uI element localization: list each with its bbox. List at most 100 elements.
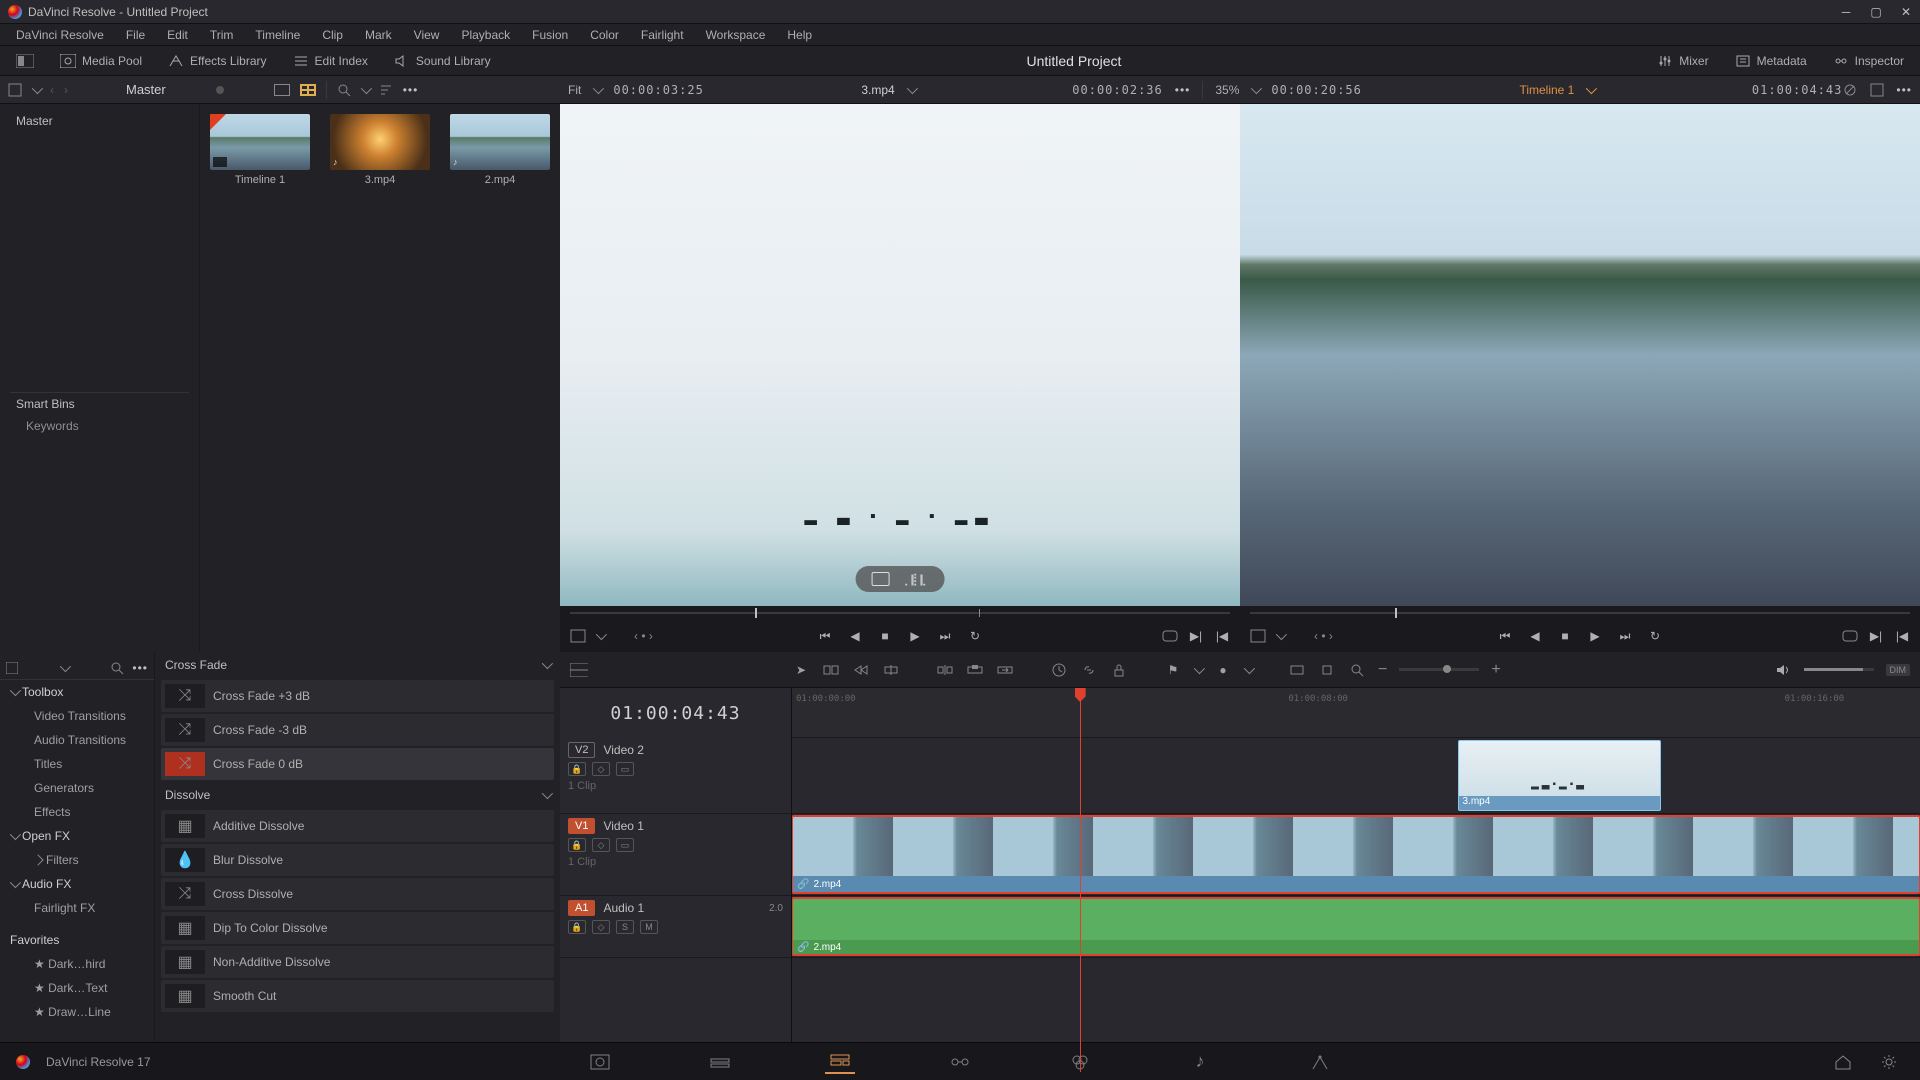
fx-audio-transitions[interactable]: Audio Transitions [0, 728, 154, 752]
media-pool-button[interactable]: Media Pool [52, 50, 150, 72]
sound-library-button[interactable]: Sound Library [386, 50, 499, 72]
in-out-icon[interactable] [1162, 630, 1178, 642]
program-viewer-canvas[interactable] [1240, 104, 1920, 606]
next-frame-button[interactable]: ⏭ [1617, 628, 1633, 644]
lock-icon[interactable] [1110, 662, 1128, 678]
fx-cat-crossfade[interactable]: Cross Fade [155, 652, 560, 678]
bin-list-icon[interactable] [8, 83, 22, 97]
clip-thumb-3mp4[interactable]: ♪ 3.mp4 [330, 114, 430, 186]
program-more-icon[interactable]: ••• [1896, 83, 1912, 97]
go-out-button[interactable]: |◀ [1214, 628, 1230, 644]
lock-icon[interactable]: 🔒 [568, 838, 586, 852]
source-viewer-canvas[interactable]: ▂ ▃ ▪ ▂ ▪ ▂▃ ⡀||⡇||⡀ [560, 104, 1240, 606]
timeline-ruler[interactable]: 01:00:00:00 01:00:08:00 01:00:16:00 [792, 688, 1920, 738]
fx-titles[interactable]: Titles [0, 752, 154, 776]
menu-workspace[interactable]: Workspace [696, 26, 776, 44]
zoom-in-button[interactable]: + [1491, 661, 1500, 679]
layout-preset-button[interactable] [8, 50, 42, 72]
clip-v1-2mp4[interactable]: 🔗2.mp4 [792, 816, 1920, 893]
play-button[interactable]: ▶ [1587, 628, 1603, 644]
fx-toolbox[interactable]: Toolbox [0, 680, 154, 704]
first-frame-button[interactable]: ⏮ [817, 628, 833, 644]
fx-crossfade-plus3[interactable]: ⤨Cross Fade +3 dB [161, 680, 554, 712]
fx-fairlightfx[interactable]: Fairlight FX [0, 896, 154, 920]
overwrite-clip-icon[interactable] [966, 662, 984, 678]
track-header-v2[interactable]: V2Video 2 🔒◇▭ 1 Clip [560, 738, 791, 814]
track-badge[interactable]: V2 [568, 742, 595, 758]
menu-view[interactable]: View [404, 26, 450, 44]
stop-button[interactable]: ■ [1557, 628, 1573, 644]
clip-a1-2mp4[interactable]: 🔗2.mp4 [792, 898, 1920, 955]
fairlight-page-button[interactable]: ♪ [1185, 1050, 1215, 1074]
cut-page-button[interactable] [705, 1050, 735, 1074]
loop-button[interactable]: ↻ [1647, 628, 1663, 644]
bin-icon[interactable] [6, 662, 18, 674]
clip-thumb-2mp4[interactable]: ♪ 2.mp4 [450, 114, 550, 186]
zoom-slider[interactable] [1399, 668, 1479, 671]
zoom-full-icon[interactable] [1288, 662, 1306, 678]
mixer-button[interactable]: Mixer [1649, 50, 1716, 72]
inspector-button[interactable]: Inspector [1825, 50, 1912, 72]
search-icon[interactable] [110, 661, 124, 675]
smart-bins-header[interactable]: Smart Bins [10, 392, 189, 415]
video-only-icon[interactable] [872, 572, 890, 586]
edit-page-button[interactable] [825, 1050, 855, 1074]
fx-fav-2[interactable]: ★ Draw…Line [0, 1000, 154, 1024]
chevron-down-icon[interactable] [1244, 662, 1255, 673]
chevron-down-icon[interactable] [32, 82, 43, 93]
track-lane-v2[interactable]: ▂▃▪▂▪▃ 3.mp4 [792, 738, 1920, 814]
sort-icon[interactable] [379, 83, 393, 97]
solo-button[interactable]: S [616, 920, 634, 934]
fx-cross-dissolve[interactable]: ⤨Cross Dissolve [161, 878, 554, 910]
menu-trim[interactable]: Trim [200, 26, 244, 44]
track-header-v1[interactable]: V1Video 1 🔒◇▭ 1 Clip [560, 814, 791, 896]
track-header-a1[interactable]: A1Audio 12.0 🔒◇SM [560, 896, 791, 958]
stop-button[interactable]: ■ [877, 628, 893, 644]
lock-icon[interactable]: 🔒 [568, 920, 586, 934]
menu-edit[interactable]: Edit [157, 26, 198, 44]
chevron-down-icon[interactable] [1586, 82, 1597, 93]
menu-clip[interactable]: Clip [312, 26, 353, 44]
chevron-down-icon[interactable] [60, 660, 71, 671]
playhead[interactable] [1080, 688, 1081, 1072]
fx-audiofx[interactable]: Audio FX [0, 872, 154, 896]
source-more-icon[interactable]: ••• [1175, 83, 1191, 97]
fx-dip-color-dissolve[interactable]: ▦Dip To Color Dissolve [161, 912, 554, 944]
fx-openfx[interactable]: Open FX [0, 824, 154, 848]
fx-effects[interactable]: Effects [0, 800, 154, 824]
auto-select-icon[interactable]: ◇ [592, 920, 610, 934]
zoom-out-button[interactable]: − [1378, 661, 1387, 679]
chevron-down-icon[interactable] [593, 82, 604, 93]
clip-thumb-timeline1[interactable]: Timeline 1 [210, 114, 310, 186]
chevron-down-icon[interactable] [906, 82, 917, 93]
fx-fav-0[interactable]: ★ Dark…hird [0, 952, 154, 976]
program-zoom-dropdown[interactable]: 35% [1215, 83, 1239, 97]
menu-davinci[interactable]: DaVinci Resolve [6, 26, 114, 44]
effects-library-button[interactable]: Effects Library [160, 50, 274, 72]
insert-clip-icon[interactable] [936, 662, 954, 678]
dynamic-trim-icon[interactable] [852, 662, 870, 678]
prev-frame-button[interactable]: ◀ [1527, 628, 1543, 644]
deliver-page-button[interactable] [1305, 1050, 1335, 1074]
fx-favorites[interactable]: Favorites [0, 928, 154, 952]
fx-smooth-cut[interactable]: ▦Smooth Cut [161, 980, 554, 1012]
metadata-button[interactable]: Metadata [1727, 50, 1815, 72]
chevron-down-icon[interactable] [1251, 82, 1262, 93]
menu-help[interactable]: Help [777, 26, 822, 44]
timeline-view-options-icon[interactable] [570, 662, 588, 678]
dim-button[interactable]: DIM [1886, 664, 1911, 676]
menu-file[interactable]: File [116, 26, 155, 44]
trim-tool-icon[interactable] [822, 662, 840, 678]
in-out-icon[interactable] [1842, 630, 1858, 642]
list-view-button[interactable] [274, 84, 290, 96]
loop-button[interactable]: ↻ [967, 628, 983, 644]
single-viewer-icon[interactable] [1870, 83, 1884, 97]
project-settings-button[interactable] [1874, 1050, 1904, 1074]
viewer-mode-icon[interactable] [1250, 629, 1266, 643]
prev-frame-button[interactable]: ◀ [847, 628, 863, 644]
blade-tool-icon[interactable] [882, 662, 900, 678]
program-scrubber[interactable] [1240, 606, 1920, 620]
fusion-page-button[interactable] [945, 1050, 975, 1074]
menu-fusion[interactable]: Fusion [522, 26, 578, 44]
track-badge[interactable]: A1 [568, 900, 595, 916]
